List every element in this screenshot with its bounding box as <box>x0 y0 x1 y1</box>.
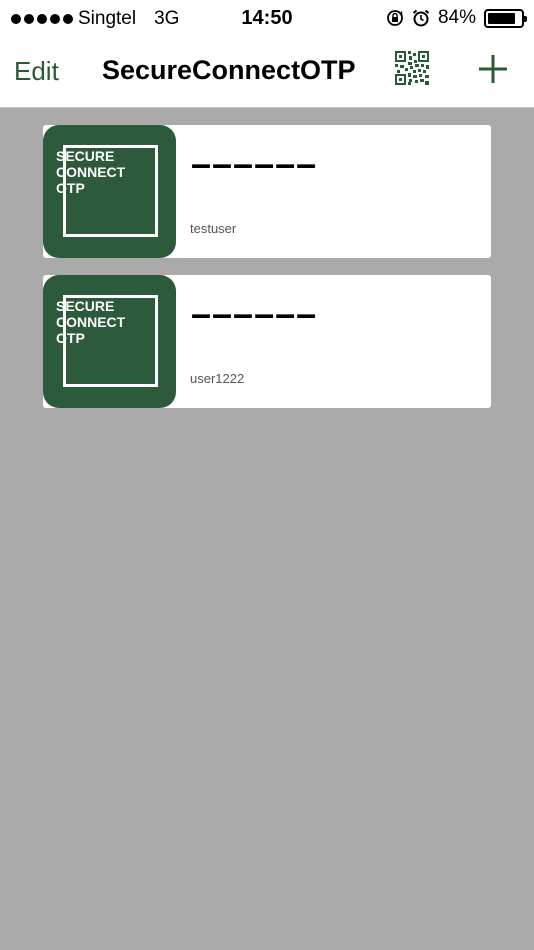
token-username: testuser <box>190 221 237 236</box>
battery-icon <box>484 8 527 28</box>
logo-text: SECURE CONNECT OTP <box>56 298 125 346</box>
token-list: SECURE CONNECT OTP –––––– testuser SECUR… <box>43 125 491 425</box>
plus-icon <box>479 55 507 83</box>
logo-line: CONNECT <box>56 164 126 180</box>
navigation-bar: Edit SecureConnectOTP <box>0 36 534 108</box>
logo-line: SECURE <box>56 298 115 314</box>
page-title: SecureConnectOTP <box>102 55 356 85</box>
logo-line: CONNECT <box>56 314 126 330</box>
qr-code-icon[interactable] <box>395 51 429 85</box>
secureconnect-logo: SECURE CONNECT OTP <box>43 125 176 258</box>
battery-level-fill <box>488 12 515 24</box>
alarm-icon <box>412 9 430 27</box>
add-token-button[interactable] <box>476 52 510 86</box>
token-card[interactable]: SECURE CONNECT OTP –––––– user1222 <box>43 275 491 408</box>
otp-code[interactable]: –––––– <box>191 143 317 185</box>
rotation-lock-icon <box>387 10 403 26</box>
status-right: 84% <box>386 7 527 29</box>
logo-text: SECURE CONNECT OTP <box>56 148 125 196</box>
logo-line: OTP <box>56 180 85 196</box>
token-username: user1222 <box>190 371 245 386</box>
token-card[interactable]: SECURE CONNECT OTP –––––– testuser <box>43 125 491 258</box>
edit-button[interactable]: Edit <box>14 56 59 87</box>
status-bar: Singtel 3G 14:50 84% <box>0 0 534 36</box>
secureconnect-logo: SECURE CONNECT OTP <box>43 275 176 408</box>
battery-percent: 84% <box>437 7 476 28</box>
logo-line: OTP <box>56 330 85 346</box>
logo-line: SECURE <box>56 148 115 164</box>
otp-code[interactable]: –––––– <box>191 293 317 335</box>
